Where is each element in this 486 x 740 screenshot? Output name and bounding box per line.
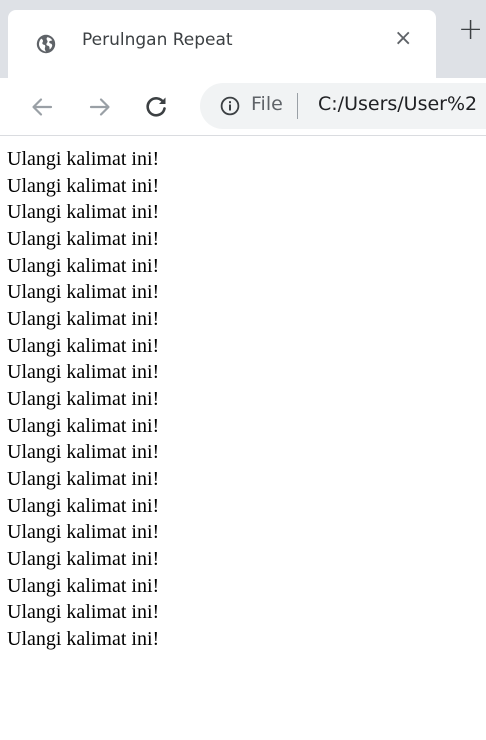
info-icon[interactable] (220, 96, 240, 116)
repeated-text-line: Ulangi kalimat ini! (7, 307, 160, 330)
page-content: Ulangi kalimat ini! Ulangi kalimat ini! Ul… (7, 146, 479, 652)
repeated-text-line: Ulangi kalimat ini! (7, 627, 160, 650)
globe-icon (36, 34, 56, 54)
repeated-text-line: Ulangi kalimat ini! (7, 254, 160, 277)
reload-icon[interactable] (138, 89, 174, 125)
url-text[interactable]: C:/Users/User%2 (318, 93, 477, 115)
tab-close-icon[interactable]: × (394, 26, 412, 51)
new-tab-button[interactable]: + (458, 12, 483, 47)
repeated-text-line: Ulangi kalimat ini! (7, 441, 160, 464)
repeated-text-line: Ulangi kalimat ini! (7, 281, 160, 304)
repeated-text-line: Ulangi kalimat ini! (7, 547, 160, 570)
address-bar[interactable]: File C:/Users/User%2 (200, 83, 486, 129)
repeated-text-line: Ulangi kalimat ini! (7, 521, 160, 544)
repeated-text-line: Ulangi kalimat ini! (7, 148, 160, 170)
repeated-text-line: Ulangi kalimat ini! (7, 201, 160, 224)
toolbar: File C:/Users/User%2 (0, 78, 486, 136)
arrow-right-icon[interactable] (82, 89, 118, 125)
omnibox-divider (297, 93, 298, 119)
repeated-text-line: Ulangi kalimat ini! (7, 601, 160, 624)
repeated-text-line: Ulangi kalimat ini! (7, 387, 160, 410)
arrow-left-icon[interactable] (24, 89, 60, 125)
repeated-text-line: Ulangi kalimat ini! (7, 174, 160, 197)
repeated-text-line: Ulangi kalimat ini! (7, 227, 160, 250)
repeated-text-line: Ulangi kalimat ini! (7, 414, 160, 437)
repeated-text-line: Ulangi kalimat ini! (7, 574, 160, 597)
browser-window: Perulngan Repeat × + File C:/Users/User%… (0, 0, 486, 740)
active-tab[interactable]: Perulngan Repeat × (8, 10, 436, 78)
repeated-text-line: Ulangi kalimat ini! (7, 467, 160, 490)
repeated-text-line: Ulangi kalimat ini! (7, 494, 160, 517)
tab-title: Perulngan Repeat (82, 30, 233, 50)
tab-strip: Perulngan Repeat × + (0, 0, 486, 78)
scheme-label[interactable]: File (251, 93, 283, 115)
repeated-text-line: Ulangi kalimat ini! (7, 361, 160, 384)
repeated-text-line: Ulangi kalimat ini! (7, 334, 160, 357)
